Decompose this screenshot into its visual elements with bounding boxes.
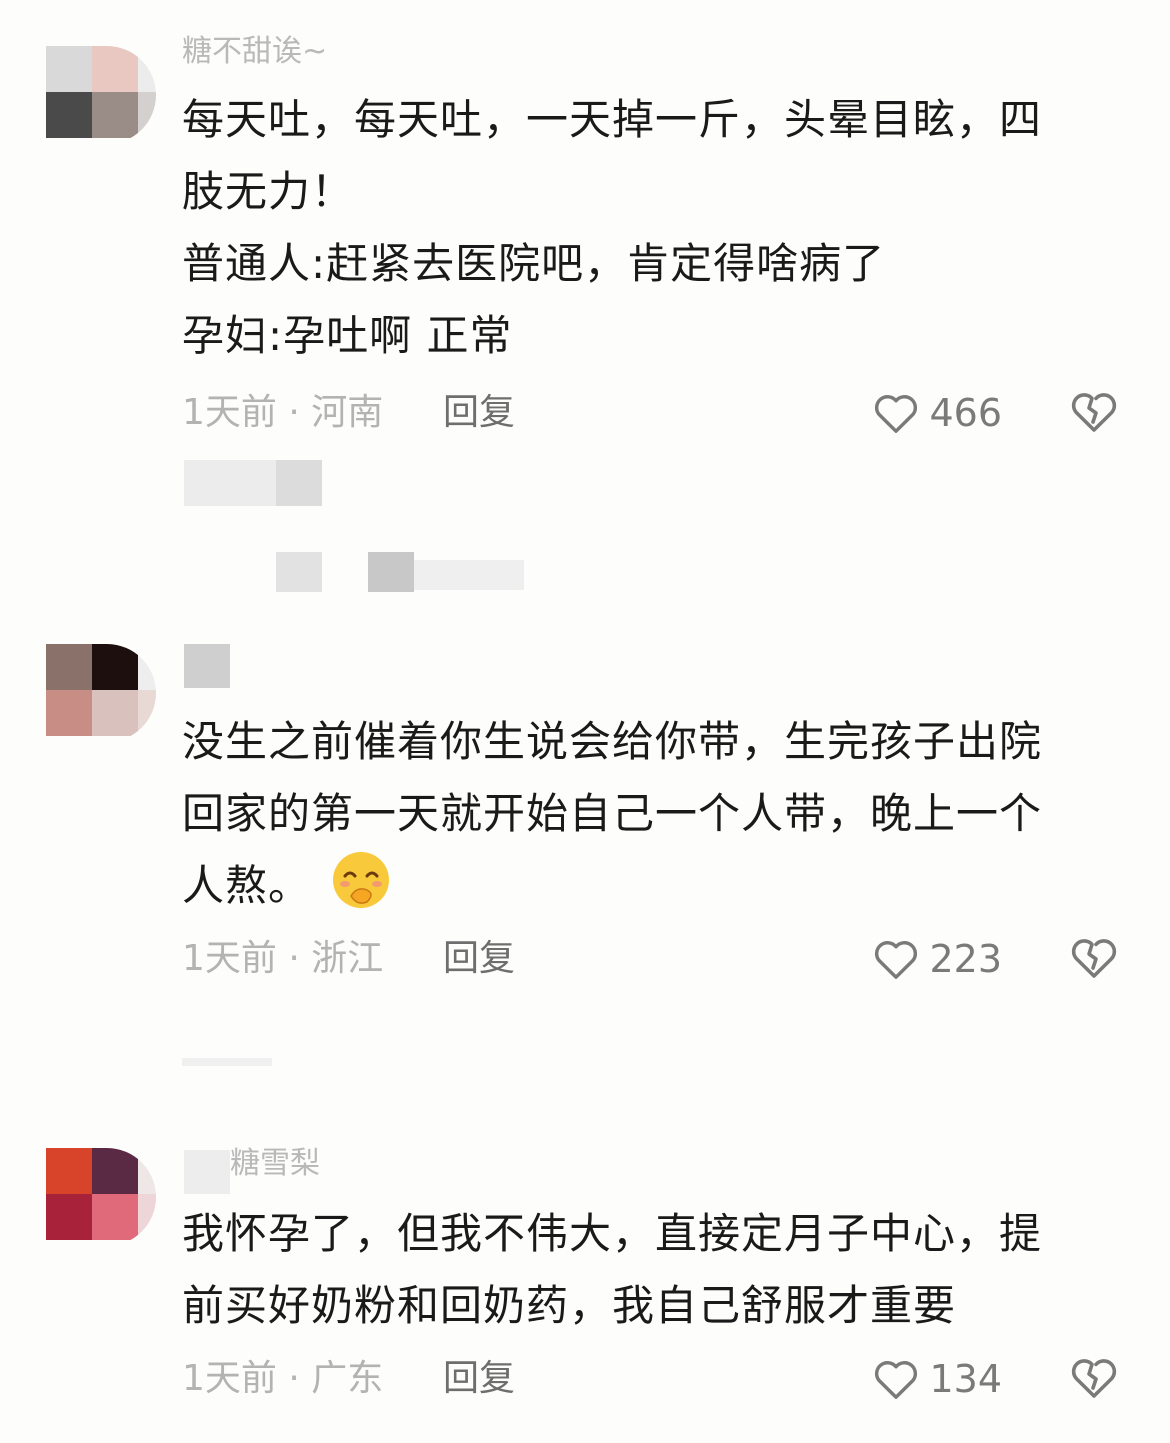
comment-line: 我怀孕了，但我不伟大，直接定月子中心，提 xyxy=(182,1209,1043,1258)
comment-line: 每天吐，每天吐，一天掉一斤，头晕目眩，四 xyxy=(182,95,1043,144)
reply-button[interactable]: 回复 xyxy=(443,388,515,438)
separator: · xyxy=(288,392,300,433)
comment-location: 广东 xyxy=(311,1358,384,1399)
smirk-emoji-icon xyxy=(333,852,390,908)
reply-button[interactable]: 回复 xyxy=(443,1354,515,1404)
comment-time: 1天前 xyxy=(182,392,277,433)
blurred-reply-preview xyxy=(182,1058,272,1066)
comment-text: 我怀孕了，但我不伟大，直接定月子中心，提 前买好奶粉和回奶药，我自己舒服才重要 xyxy=(182,1198,1102,1342)
heart-icon xyxy=(875,941,918,979)
comment-time: 1天前 xyxy=(182,1358,277,1399)
username[interactable] xyxy=(184,644,230,688)
avatar[interactable] xyxy=(46,1148,156,1246)
avatar[interactable] xyxy=(46,644,156,742)
separator: · xyxy=(288,1358,300,1399)
username-blur xyxy=(184,1150,230,1194)
separator: · xyxy=(288,938,300,979)
dislike-button[interactable] xyxy=(1070,388,1118,438)
comment-text: 每天吐，每天吐，一天掉一斤，头晕目眩，四 肢无力！ 普通人:赶紧去医院吧，肯定得… xyxy=(182,84,1102,372)
comment-line: 肢无力！ xyxy=(182,167,355,216)
blurred-reply-preview xyxy=(276,460,322,506)
comment-line: 人熬。 xyxy=(182,861,312,910)
reply-button[interactable]: 回复 xyxy=(443,934,515,984)
comment-line: 普通人:赶紧去医院吧，肯定得啥病了 xyxy=(182,239,886,288)
heart-icon xyxy=(875,1361,918,1399)
like-button[interactable]: 134 xyxy=(873,1354,1002,1404)
heart-icon xyxy=(875,395,918,433)
comment-text: 没生之前催着你生说会给你带，生完孩子出院 回家的第一天就开始自己一个人带，晚上一… xyxy=(182,706,1102,922)
comment-meta: 1天前 · 浙江 xyxy=(182,934,383,984)
blurred-expand-link[interactable] xyxy=(276,552,322,592)
broken-heart-icon xyxy=(1071,1359,1117,1398)
comment-line: 孕妇:孕吐啊 正常 xyxy=(182,311,513,360)
like-count: 466 xyxy=(929,391,1002,435)
comment-location: 河南 xyxy=(311,392,384,433)
comment-line-with-emoji: 人熬。 xyxy=(182,850,1102,922)
avatar[interactable] xyxy=(46,46,156,144)
comment-meta: 1天前 · 河南 xyxy=(182,388,383,438)
like-button[interactable]: 223 xyxy=(873,934,1002,984)
comment-meta: 1天前 · 广东 xyxy=(182,1354,383,1404)
comment-line: 回家的第一天就开始自己一个人带，晚上一个 xyxy=(182,789,1043,838)
comment-line: 没生之前催着你生说会给你带，生完孩子出院 xyxy=(182,717,1043,766)
like-count: 223 xyxy=(929,937,1002,981)
dislike-button[interactable] xyxy=(1070,1354,1118,1404)
blurred-expand-link[interactable] xyxy=(368,552,414,592)
username[interactable]: 糖不甜诶~ xyxy=(182,30,327,74)
broken-heart-icon xyxy=(1071,939,1117,978)
dislike-button[interactable] xyxy=(1070,934,1118,984)
blurred-expand-link[interactable] xyxy=(414,560,524,590)
like-count: 134 xyxy=(929,1357,1002,1401)
username[interactable]: 糖雪梨 xyxy=(230,1142,320,1186)
comment-time: 1天前 xyxy=(182,938,277,979)
comment-line: 前买好奶粉和回奶药，我自己舒服才重要 xyxy=(182,1281,957,1330)
like-button[interactable]: 466 xyxy=(873,388,1002,438)
comment-location: 浙江 xyxy=(311,938,384,979)
broken-heart-icon xyxy=(1071,393,1117,432)
